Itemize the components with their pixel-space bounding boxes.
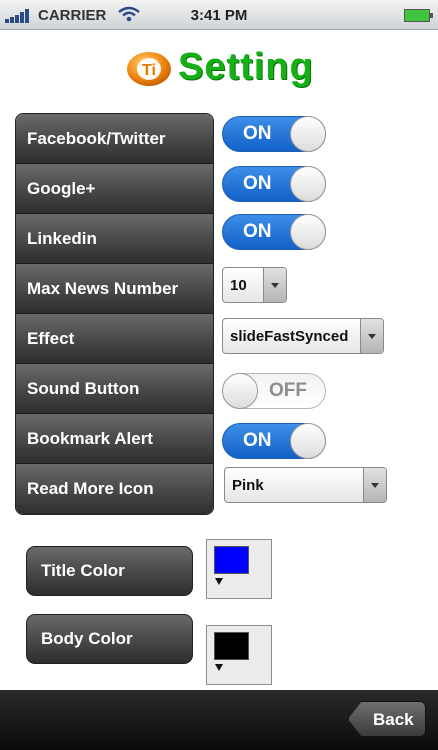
title-color-swatch <box>214 546 249 574</box>
setting-label-linkedin: Linkedin <box>16 214 213 264</box>
toggle-state-label: ON <box>243 123 272 144</box>
setting-label-effect: Effect <box>16 314 213 364</box>
dropdown-arrow-icon <box>215 578 223 585</box>
setting-label-sound-button: Sound Button <box>16 364 213 414</box>
page-title: Setting <box>178 46 314 88</box>
battery-icon <box>404 9 433 22</box>
setting-label-read-more-icon: Read More Icon <box>16 464 213 514</box>
toggle-knob <box>222 373 258 409</box>
linkedin-toggle[interactable]: ON <box>222 214 326 250</box>
svg-text:Ti: Ti <box>142 62 156 79</box>
back-button[interactable]: Back <box>348 701 426 737</box>
setting-label-google-plus: Google+ <box>16 164 213 214</box>
toggle-state-label: ON <box>243 430 272 451</box>
facebook-twitter-toggle[interactable]: ON <box>222 116 326 152</box>
google-plus-toggle[interactable]: ON <box>222 166 326 202</box>
max-news-number-select[interactable]: 10 <box>222 267 287 303</box>
bottom-toolbar: Back <box>0 690 438 750</box>
back-button-label: Back <box>373 710 414 729</box>
chevron-down-icon <box>363 468 386 502</box>
select-value: slideFastSynced <box>230 328 349 345</box>
body-color-swatch <box>214 632 249 660</box>
chevron-down-icon <box>263 268 286 302</box>
sound-button-toggle[interactable]: OFF <box>222 373 326 409</box>
dropdown-arrow-icon <box>215 664 223 671</box>
read-more-icon-select[interactable]: Pink <box>224 467 387 503</box>
status-time: 3:41 PM <box>190 7 248 24</box>
toggle-state-label: ON <box>243 173 272 194</box>
toggle-knob <box>290 214 326 250</box>
setting-label-facebook-twitter: Facebook/Twitter <box>16 114 213 164</box>
effect-select[interactable]: slideFastSynced <box>222 318 384 354</box>
select-value: 10 <box>230 277 247 294</box>
toggle-knob <box>290 116 326 152</box>
chevron-down-icon <box>360 319 383 353</box>
bookmark-alert-toggle[interactable]: ON <box>222 423 326 459</box>
setting-label-max-news-number: Max News Number <box>16 264 213 314</box>
select-value: Pink <box>232 477 264 494</box>
toggle-knob <box>290 166 326 202</box>
toggle-state-label: OFF <box>269 380 307 401</box>
status-bar: CARRIER 3:41 PM <box>0 0 438 30</box>
setting-label-bookmark-alert: Bookmark Alert <box>16 414 213 464</box>
toggle-state-label: ON <box>243 221 272 242</box>
body-color-button[interactable]: Body Color <box>26 614 193 664</box>
title-color-picker[interactable] <box>206 539 272 599</box>
title-color-button[interactable]: Title Color <box>26 546 193 596</box>
toggle-knob <box>290 423 326 459</box>
ti-logo-icon: Ti <box>127 52 171 86</box>
settings-list: Facebook/Twitter Google+ Linkedin Max Ne… <box>15 113 214 515</box>
body-color-picker[interactable] <box>206 625 272 685</box>
